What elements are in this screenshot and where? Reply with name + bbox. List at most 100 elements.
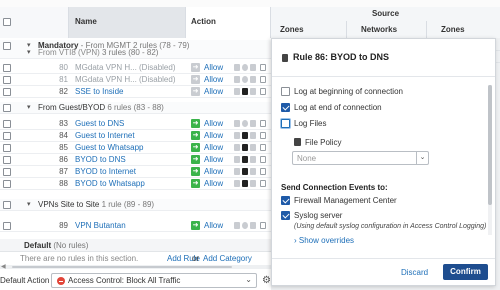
table-row[interactable]: 83 Guest to DNS ➜ Allow [0,118,271,130]
logging-icon[interactable] [260,88,266,95]
row-checkbox[interactable] [3,88,11,96]
intrusion-policy-icon[interactable] [234,132,240,139]
file-policy-icon[interactable] [250,64,256,71]
action-label[interactable]: Allow [204,119,223,128]
rule-name-link[interactable]: Guest to DNS [75,119,124,128]
rule-name-link[interactable]: BYOD to Internet [75,167,136,176]
intrusion-policy-icon[interactable] [234,180,240,187]
table-row[interactable]: 89 VPN Butantan ➜ Allow [0,220,271,232]
log-beginning-label[interactable]: Log at beginning of connection [294,87,403,96]
group-checkbox[interactable] [3,104,11,112]
shield-icon[interactable] [242,132,248,139]
rule-name-link[interactable]: BYOD to DNS [75,155,126,164]
intrusion-policy-icon[interactable] [234,156,240,163]
row-checkbox[interactable] [3,168,11,176]
default-action-select[interactable]: Access Control: Block All Traffic ⌄ [51,273,257,288]
logging-icon[interactable] [260,144,266,151]
rule-name-link[interactable]: MGdata VPN H... (Disabled) [75,63,175,72]
logging-icon[interactable] [260,168,266,175]
scroll-left-icon[interactable]: ◀ [1,263,6,270]
confirm-button[interactable]: Confirm [443,264,488,280]
table-row[interactable]: 85 Guest to Whatsapp ➜ Allow [0,142,271,154]
rule-name-link[interactable]: Guest to Internet [75,131,135,140]
intrusion-policy-icon[interactable] [234,168,240,175]
source-zones-header[interactable]: Zones [280,25,304,34]
file-policy-select[interactable]: None ⌄ [292,151,429,165]
log-beginning-checkbox[interactable] [281,87,290,96]
dest-zones-header[interactable]: Zones [441,25,465,34]
log-files-checkbox[interactable] [281,119,290,128]
shield-icon[interactable] [242,168,248,175]
log-end-label[interactable]: Log at end of connection [294,103,382,112]
intrusion-policy-icon[interactable] [234,222,240,229]
file-policy-icon[interactable] [250,180,256,187]
rule-group-vti8[interactable]: ▾ From VTI8 (VPN) 3 rules (80 - 82) [0,48,271,59]
rule-name-link[interactable]: Guest to Whatsapp [75,143,143,152]
intrusion-policy-icon[interactable] [234,120,240,127]
file-policy-icon[interactable] [250,132,256,139]
dns-policy-icon[interactable] [242,222,248,229]
row-checkbox[interactable] [3,144,11,152]
intrusion-policy-icon[interactable] [234,88,240,95]
logging-icon[interactable] [260,222,266,229]
action-label[interactable]: Allow [204,179,223,188]
row-checkbox[interactable] [3,132,11,140]
action-label[interactable]: Allow [204,63,223,72]
scrollbar-thumb[interactable] [488,85,492,205]
logging-icon[interactable] [260,156,266,163]
horizontal-scrollbar[interactable]: ◀ [0,263,271,270]
table-row[interactable]: 87 BYOD to Internet ➜ Allow [0,166,271,178]
row-checkbox[interactable] [3,64,11,72]
action-label[interactable]: Allow [204,87,223,96]
dns-policy-icon[interactable] [242,120,248,127]
fmc-checkbox[interactable] [281,196,290,205]
file-policy-icon[interactable] [250,120,256,127]
file-policy-icon[interactable] [250,144,256,151]
action-label[interactable]: Allow [204,221,223,230]
syslog-label[interactable]: Syslog server [294,211,342,220]
shield-icon[interactable] [242,144,248,151]
dns-policy-icon[interactable] [242,76,248,83]
file-policy-icon[interactable] [250,168,256,175]
row-checkbox[interactable] [3,222,11,230]
row-checkbox[interactable] [3,180,11,188]
action-label[interactable]: Allow [204,167,223,176]
discard-button[interactable]: Discard [401,268,428,277]
source-networks-header[interactable]: Networks [361,25,397,34]
file-policy-icon[interactable] [250,222,256,229]
gear-icon[interactable]: ⚙ [262,275,271,286]
table-row[interactable]: 82 SSE to Inside ➜ Allow [0,86,271,98]
scrollbar-thumb[interactable] [12,266,232,268]
rule-group-guest-byod[interactable]: ▾ From Guest/BYOD 6 rules (83 - 88) [0,102,271,114]
file-policy-icon[interactable] [250,156,256,163]
shield-icon[interactable] [242,156,248,163]
name-column-header[interactable]: Name [68,7,185,38]
table-row[interactable]: 88 BYOD to Whatsapp ➜ Allow [0,178,271,190]
intrusion-policy-icon[interactable] [234,144,240,151]
logging-icon[interactable] [260,76,266,83]
table-row[interactable]: 86 BYOD to DNS ➜ Allow [0,154,271,166]
row-checkbox[interactable] [3,156,11,164]
chevron-down-icon[interactable]: ▾ [27,200,31,208]
log-files-label[interactable]: Log Files [294,119,326,128]
file-policy-icon[interactable] [250,88,256,95]
table-row[interactable]: 81 MGdata VPN H... (Disabled) ➜ Allow [0,74,271,86]
syslog-checkbox[interactable] [281,211,290,220]
show-overrides-link[interactable]: › Show overrides [294,236,354,245]
chevron-down-icon[interactable]: ⌄ [416,152,428,164]
intrusion-policy-icon[interactable] [234,76,240,83]
file-policy-icon[interactable] [250,76,256,83]
action-label[interactable]: Allow [204,75,223,84]
chevron-down-icon[interactable]: ▾ [27,103,31,111]
dns-policy-icon[interactable] [242,64,248,71]
action-label[interactable]: Allow [204,143,223,152]
table-row[interactable]: 80 MGdata VPN H... (Disabled) ➜ Allow [0,62,271,74]
rule-name-link[interactable]: BYOD to Whatsapp [75,179,145,188]
rule-name-link[interactable]: MGdata VPN H... (Disabled) [75,75,175,84]
shield-icon[interactable] [242,180,248,187]
logging-icon[interactable] [260,180,266,187]
rule-group-vpns-site-to-site[interactable]: ▾ VPNs Site to Site 1 rule (89 - 89) [0,199,271,211]
rule-name-link[interactable]: SSE to Inside [75,87,123,96]
table-row[interactable]: 84 Guest to Internet ➜ Allow [0,130,271,142]
fmc-label[interactable]: Firewall Management Center [294,196,397,205]
